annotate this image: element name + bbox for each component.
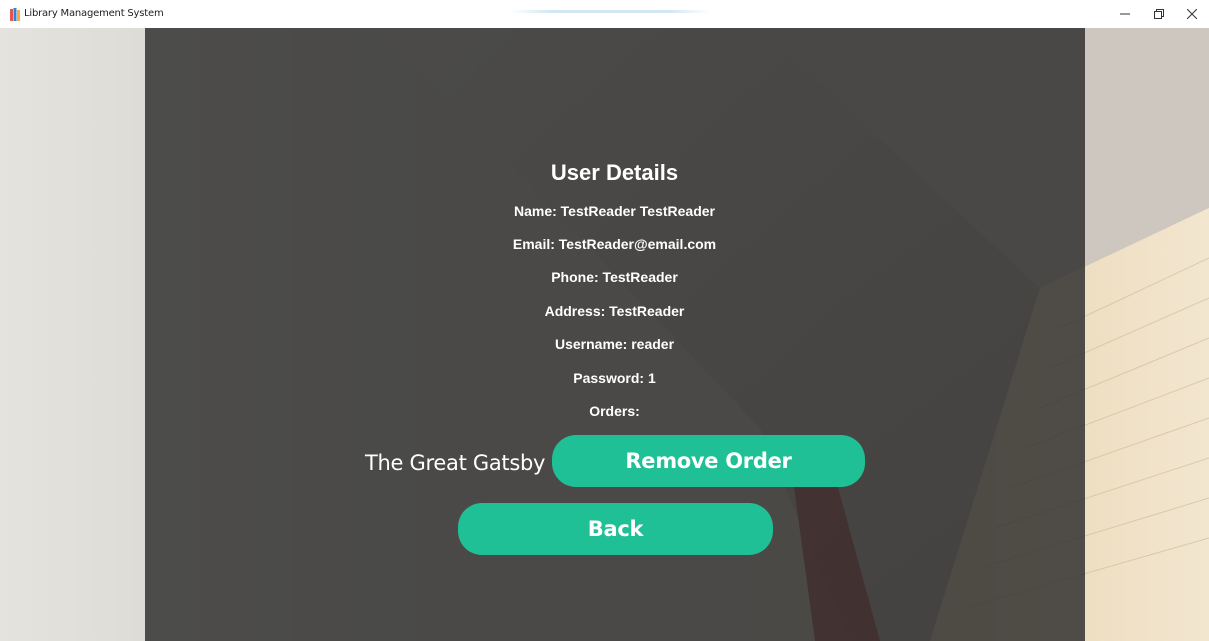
user-details: User Details Name: TestReader TestReader… bbox=[0, 0, 1209, 641]
user-password: Password: 1 bbox=[573, 370, 656, 386]
app-window: Library Management System User Details N… bbox=[0, 0, 1209, 641]
back-button[interactable]: Back bbox=[458, 503, 773, 555]
user-name: Name: TestReader TestReader bbox=[513, 203, 715, 219]
user-phone: Phone: TestReader bbox=[551, 269, 678, 285]
user-address: Address: TestReader bbox=[544, 303, 685, 319]
remove-order-button[interactable]: Remove Order bbox=[552, 435, 865, 487]
order-title: The Great Gatsby bbox=[365, 451, 546, 475]
orders-label: Orders: bbox=[589, 403, 640, 419]
page-title: User Details bbox=[550, 160, 679, 185]
user-username: Username: reader bbox=[554, 336, 675, 352]
user-email: Email: TestReader@email.com bbox=[512, 236, 717, 252]
